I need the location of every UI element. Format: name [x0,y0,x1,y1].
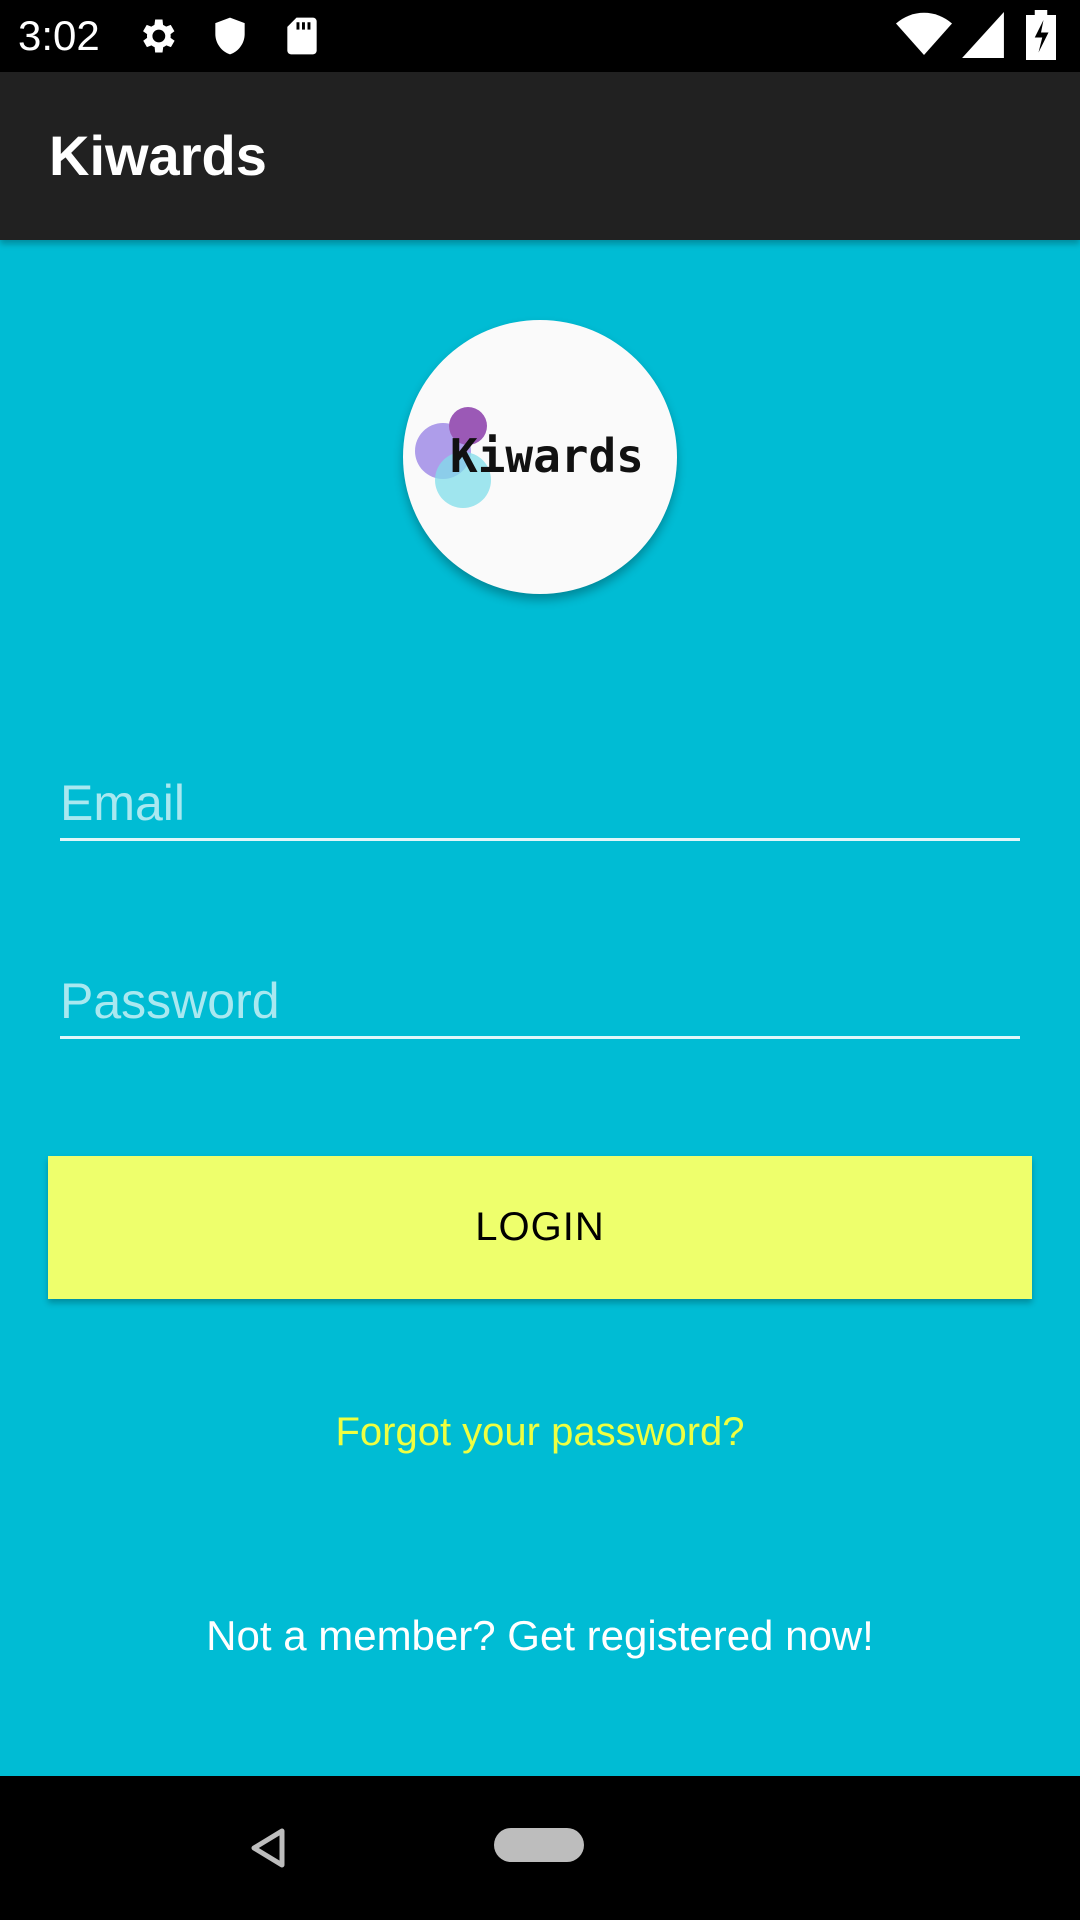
forgot-password-link[interactable]: Forgot your password? [0,1406,1080,1458]
navigation-bar [0,1776,1080,1920]
home-pill-icon[interactable] [494,1828,584,1862]
email-field[interactable] [60,768,1020,841]
gear-icon [135,14,179,63]
register-link[interactable]: Not a member? Get registered now! [0,1608,1080,1664]
wifi-icon [896,10,952,63]
login-screen: 3:02 Kiwards Kiwards Email LOGIN Forgot … [0,0,1080,1920]
password-field[interactable] [60,966,1020,1039]
cell-signal-icon [962,12,1004,63]
status-time: 3:02 [18,12,100,59]
status-bar: 3:02 [0,0,1080,72]
shield-icon [208,14,252,63]
battery-charging-icon [1026,10,1056,65]
sd-card-icon [280,14,324,63]
app-title: Kiwards [49,124,267,187]
app-bar: Kiwards [0,72,1080,240]
login-button[interactable]: LOGIN [48,1156,1032,1299]
app-logo: Kiwards [403,320,677,594]
logo-text: Kiwards [450,429,644,483]
back-icon[interactable] [250,1828,286,1873]
